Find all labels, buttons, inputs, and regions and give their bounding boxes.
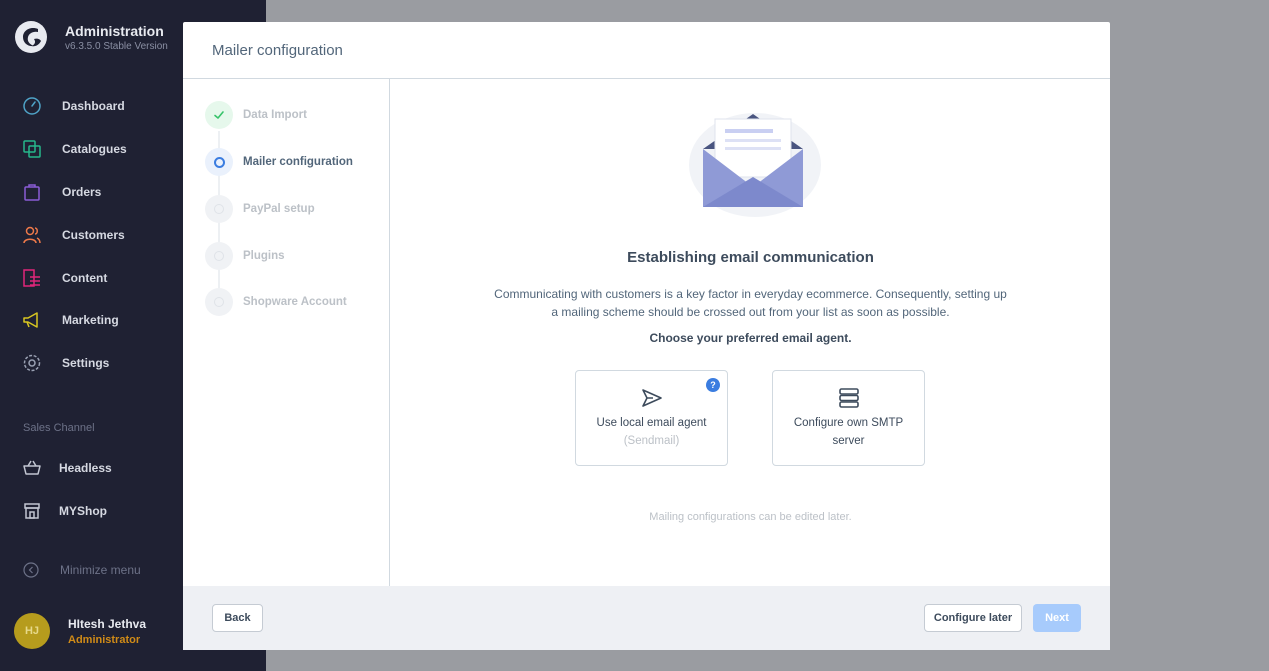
app-version: v6.3.5.0 Stable Version [65,40,168,52]
content-heading: Establishing email communication [627,249,874,266]
modal-title: Mailer configuration [212,41,343,59]
option-label: Configure own SMTP server [793,417,904,447]
nav-label: Settings [62,356,110,371]
help-icon[interactable]: ? [706,378,720,392]
server-icon [839,388,859,408]
first-run-wizard-modal: Mailer configuration Data Import Mailer … [183,22,1110,650]
wizard-steps: Data Import Mailer configuration PayPal … [183,79,390,586]
smtp-server-option[interactable]: Configure own SMTP server [772,370,925,466]
step-pending-indicator [205,242,233,270]
content-subheading: Choose your preferred email agent. [649,331,852,345]
catalogues-icon [22,139,42,159]
avatar: HJ [14,613,50,649]
step-pending-indicator [205,195,233,223]
minimize-label: Minimize menu [60,563,141,577]
nav-label: Headless [59,461,112,475]
brand[interactable]: Administration v6.3.5.0 Stable Version [14,20,168,54]
step-active-indicator [205,148,233,176]
content-icon [22,268,42,288]
user-role: Administrator [68,633,141,646]
marketing-icon [22,310,42,330]
modal-header: Mailer configuration [183,22,1110,79]
content-description: Communicating with customers is a key fa… [494,287,1007,319]
dashboard-icon [22,96,42,116]
customers-icon [22,225,42,245]
step-label: PayPal setup [243,203,315,215]
user-name: HItesh Jethva [68,616,147,631]
nav-label: MYShop [59,504,107,518]
step-mailer-configuration: Mailer configuration [205,148,353,176]
wizard-content: Establishing email communication Communi… [391,79,1110,586]
step-pending-indicator [205,288,233,316]
option-label: Use local email agent [596,417,707,429]
step-label: Plugins [243,250,285,262]
step-data-import: Data Import [205,101,307,129]
nav-label: Customers [62,227,125,242]
nav-label: Content [62,270,108,285]
checkmark-icon [205,101,233,129]
storefront-icon [22,501,42,521]
step-plugins: Plugins [205,242,285,270]
step-label: Shopware Account [243,296,347,308]
back-button[interactable]: Back [212,604,263,632]
nav-label: Orders [62,184,102,199]
shopware-logo-icon [15,21,47,53]
nav-label: Marketing [62,313,119,328]
settings-icon [22,353,42,373]
option-sublabel: (Sendmail) [623,435,680,447]
step-label: Data Import [243,109,307,121]
chevron-left-circle-icon [23,562,39,578]
app-title: Administration [65,22,164,39]
sales-channel-title: Sales Channel [23,422,95,434]
modal-footer: Back Configure later Next [183,586,1110,650]
nav-label: Catalogues [62,142,127,157]
step-paypal-setup: PayPal setup [205,195,315,223]
step-label: Mailer configuration [243,156,353,168]
configure-later-button[interactable]: Configure later [924,604,1022,632]
envelope-illustration-icon [689,113,821,217]
user-profile[interactable]: HJ HItesh Jethva Administrator [14,613,146,649]
next-button[interactable]: Next [1033,604,1081,632]
step-shopware-account: Shopware Account [205,288,347,316]
orders-icon [22,182,42,202]
basket-icon [22,458,42,478]
content-note: Mailing configurations can be edited lat… [649,511,852,523]
nav-label: Dashboard [62,99,125,114]
send-icon [642,389,662,407]
local-email-agent-option[interactable]: ? Use local email agent (Sendmail) [575,370,728,466]
